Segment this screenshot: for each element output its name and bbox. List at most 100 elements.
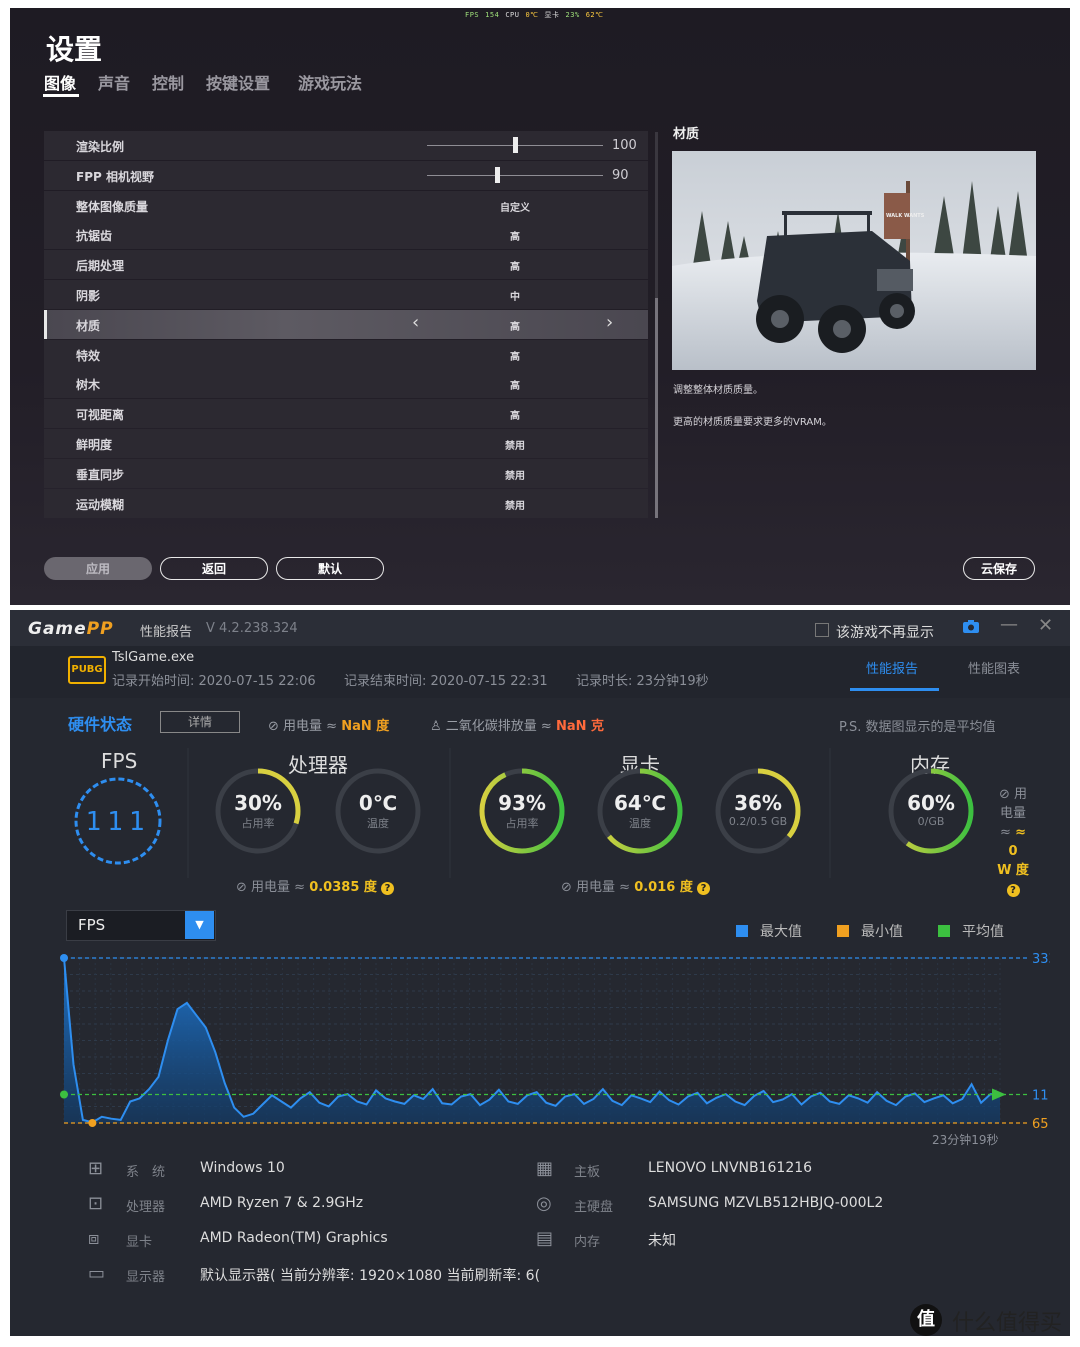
max-point	[60, 954, 68, 962]
system-key: 内存	[574, 1235, 601, 1250]
chart-duration: 23分钟19秒	[932, 1133, 999, 1147]
gauge-value: 64℃	[613, 791, 667, 815]
gpu-temp-gauge: 64℃ 温度	[595, 791, 685, 831]
system-key: 主板	[574, 1165, 601, 1180]
legend-min: 最小值	[837, 921, 903, 941]
chevron-right-icon[interactable]: ›	[606, 312, 613, 333]
chevron-left-icon[interactable]: ‹	[412, 312, 419, 333]
min-line-label: 65	[1032, 1117, 1049, 1132]
tab-graphics[interactable]: 图像	[44, 70, 76, 94]
setting-label: 运动模糊	[76, 497, 125, 512]
setting-row[interactable]: 材质 高 ‹ ›	[44, 309, 648, 339]
setting-label: 垂直同步	[76, 467, 125, 482]
setting-label: 整体图像质量	[76, 199, 149, 214]
detail-button[interactable]: 详情	[160, 711, 240, 733]
gauge-label: 0.2/0.5 GB	[728, 815, 788, 828]
gpu-vram-gauge: 36% 0.2/0.5 GB	[713, 791, 803, 828]
setting-row[interactable]: 特效 高	[44, 339, 648, 369]
system-value: 未知	[648, 1233, 676, 1249]
setting-value: 高	[510, 321, 520, 333]
tab-control[interactable]: 控制	[152, 70, 184, 94]
setting-value: 高	[510, 262, 520, 274]
gauge-value: 36%	[734, 791, 782, 815]
setting-value: 高	[510, 351, 520, 363]
setting-row[interactable]: 阴影 中	[44, 280, 648, 309]
system-key: 显示器	[126, 1270, 166, 1285]
texture-preview-image: WALK WANTS	[672, 151, 1036, 370]
system-key: 显卡	[126, 1235, 153, 1250]
system-key: 系 统	[126, 1165, 166, 1180]
setting-row[interactable]: 后期处理 高	[44, 250, 648, 280]
preview-description-1: 调整整体材质质量。	[673, 385, 763, 396]
cloud-save-button[interactable]: 云保存	[963, 557, 1035, 580]
power-usage: ⊘ 用电量 ≈ NaN 度	[268, 719, 390, 734]
setting-label: FPP 相机视野	[76, 169, 154, 184]
slider-handle[interactable]	[495, 166, 501, 183]
help-icon[interactable]: ?	[697, 882, 710, 895]
setting-label: 材质	[76, 318, 101, 333]
window-title: 性能报告	[140, 625, 193, 640]
setting-row[interactable]: 运动模糊 禁用	[44, 488, 648, 518]
fps-chart[interactable]: 333 111.31 65	[50, 948, 1050, 1148]
gpu-card-icon: ⧈	[88, 1228, 100, 1249]
slider-handle[interactable]	[513, 137, 518, 153]
slider-value: 100	[612, 138, 637, 153]
back-button[interactable]: 返回	[160, 557, 268, 580]
chevron-down-icon[interactable]: ▼	[185, 911, 214, 939]
setting-row[interactable]: FPP 相机视野 90	[44, 160, 648, 190]
tab-performance-chart[interactable]: 性能图表	[968, 658, 1020, 677]
memory-power: ⊘ 用 电量 ≈ ≈ 0 W 度 ?	[997, 787, 1029, 897]
system-value: AMD Radeon(TM) Graphics	[200, 1230, 388, 1246]
windows-grid-icon: ⊞	[88, 1158, 104, 1179]
legend-max: 最大值	[736, 921, 802, 941]
tab-keybinds[interactable]: 按键设置	[206, 70, 270, 94]
memory-usage-gauge: 60% 0/GB	[886, 791, 976, 828]
apply-button[interactable]: 应用	[44, 557, 152, 580]
tab-sound[interactable]: 声音	[98, 70, 130, 94]
setting-row[interactable]: 渲染比例 100	[44, 131, 648, 160]
record-end: 记录结束时间: 2020-07-15 22:31	[344, 674, 548, 689]
minimize-icon[interactable]: —	[1000, 614, 1018, 635]
setting-row[interactable]: 鲜明度 禁用	[44, 429, 648, 458]
close-icon[interactable]: ✕	[1038, 615, 1053, 636]
default-button[interactable]: 默认	[276, 557, 384, 580]
preview-sign-text: WALK WANTS	[886, 213, 925, 219]
setting-value: 禁用	[505, 500, 525, 512]
help-icon[interactable]: ?	[1006, 884, 1020, 897]
setting-row[interactable]: 可视距离 高	[44, 399, 648, 429]
legend-avg: 平均值	[938, 921, 1004, 941]
setting-value: 自定义	[500, 202, 530, 214]
co2-icon: ♙	[430, 719, 446, 734]
record-start: 记录开始时间: 2020-07-15 22:06	[112, 674, 316, 689]
preview-title: 材质	[673, 127, 700, 142]
slider-track[interactable]	[427, 174, 603, 176]
setting-row[interactable]: 整体图像质量 自定义	[44, 190, 648, 220]
help-icon[interactable]: ?	[381, 882, 395, 895]
fps-overlay: FPS 154 CPU 0℃ 显卡 23% 62℃	[465, 11, 604, 19]
system-value: Windows 10	[200, 1160, 285, 1176]
camera-icon[interactable]	[962, 619, 980, 638]
gauge-value: 0℃	[358, 791, 398, 815]
setting-row[interactable]: 抗锯齿 高	[44, 220, 648, 250]
settings-scroll-thumb[interactable]	[655, 298, 658, 518]
power-icon: ⊘	[268, 719, 284, 734]
gamepp-report-window: GamePP 性能报告 V 4.2.238.324 该游戏不再显示 — ✕ PU…	[10, 610, 1070, 1336]
tab-gameplay[interactable]: 游戏玩法	[298, 70, 362, 94]
setting-row[interactable]: 树木 高	[44, 369, 648, 399]
system-value: SAMSUNG MZVLB512HBJQ-000L2	[648, 1195, 884, 1211]
setting-value: 禁用	[505, 441, 525, 452]
min-point	[88, 1119, 97, 1127]
no-show-checkbox[interactable]	[815, 623, 829, 637]
watermark-logo: 值	[910, 1304, 942, 1336]
cpu-power: ⊘ 用电量 ≈ 0.0385 度 ?	[236, 876, 395, 895]
pubg-logo: PUBG	[68, 656, 106, 684]
gpu-usage-gauge: 93% 占用率	[477, 791, 567, 831]
tab-performance-report[interactable]: 性能报告	[866, 658, 918, 677]
selected-indicator	[44, 309, 47, 339]
fps-ring-value: 111	[86, 807, 151, 837]
active-tab-underline	[850, 688, 939, 691]
setting-value: 高	[510, 381, 520, 393]
no-show-label[interactable]: 该游戏不再显示	[836, 622, 934, 642]
setting-label: 特效	[76, 348, 101, 363]
setting-row[interactable]: 垂直同步 禁用	[44, 458, 648, 488]
